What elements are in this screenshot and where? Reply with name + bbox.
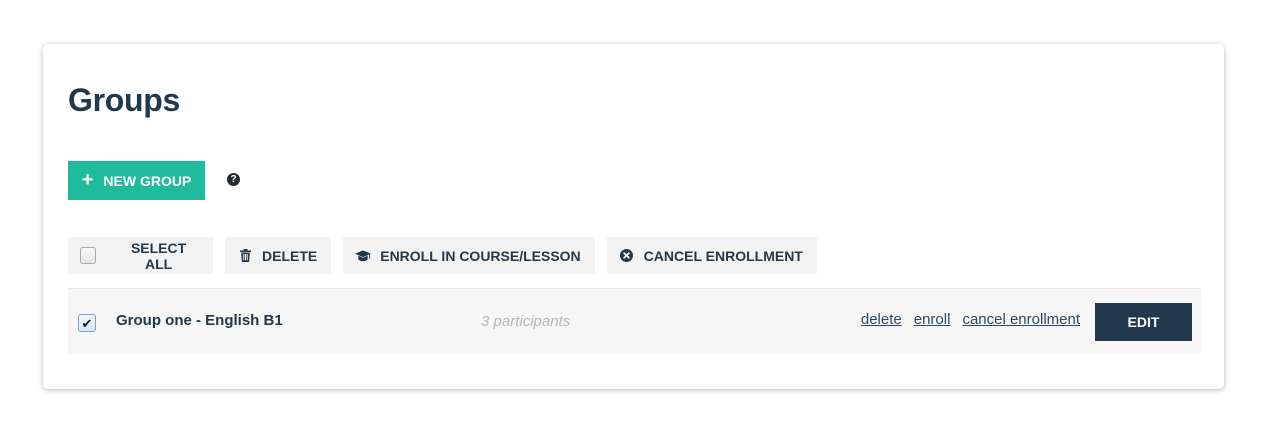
- select-all-checkbox[interactable]: [80, 247, 97, 264]
- cancel-enrollment-link[interactable]: cancel enrollment: [962, 311, 1080, 328]
- cancel-enrollment-label: CANCEL ENROLLMENT: [643, 247, 803, 264]
- delete-label: DELETE: [262, 247, 318, 264]
- edit-button[interactable]: EDIT: [1095, 303, 1192, 341]
- enroll-button[interactable]: ENROLL IN COURSE/LESSON: [343, 237, 595, 274]
- enroll-label: ENROLL IN COURSE/LESSON: [380, 247, 581, 264]
- bulk-actions-toolbar: SELECT ALL DELETE ENROLL IN COURSE/LESSO…: [68, 237, 817, 274]
- page-title: Groups: [68, 82, 180, 118]
- enroll-link[interactable]: enroll: [914, 311, 951, 328]
- delete-selected-button[interactable]: DELETE: [225, 237, 332, 274]
- groups-card: Groups + NEW GROUP ? SELECT ALL DELETE E…: [43, 44, 1224, 389]
- new-group-label: NEW GROUP: [103, 172, 192, 189]
- row-checkbox[interactable]: ✔: [78, 314, 96, 332]
- question-circle-icon[interactable]: ?: [227, 173, 240, 186]
- select-all-button[interactable]: SELECT ALL: [68, 237, 213, 274]
- new-group-button[interactable]: + NEW GROUP: [68, 161, 205, 200]
- delete-link[interactable]: delete: [861, 311, 902, 328]
- plus-icon: +: [81, 168, 94, 191]
- cancel-enrollment-button[interactable]: CANCEL ENROLLMENT: [606, 237, 817, 274]
- table-row: ✔ Group one - English B1 3 participants …: [68, 288, 1201, 354]
- select-all-label: SELECT ALL: [130, 239, 187, 272]
- trash-icon: [237, 249, 253, 262]
- group-name: Group one - English B1: [116, 312, 283, 329]
- graduation-cap-icon: [355, 249, 372, 262]
- times-circle-icon: [619, 249, 635, 262]
- row-actions: delete enroll cancel enrollment: [861, 311, 1080, 328]
- participant-count: 3 participants: [481, 313, 571, 330]
